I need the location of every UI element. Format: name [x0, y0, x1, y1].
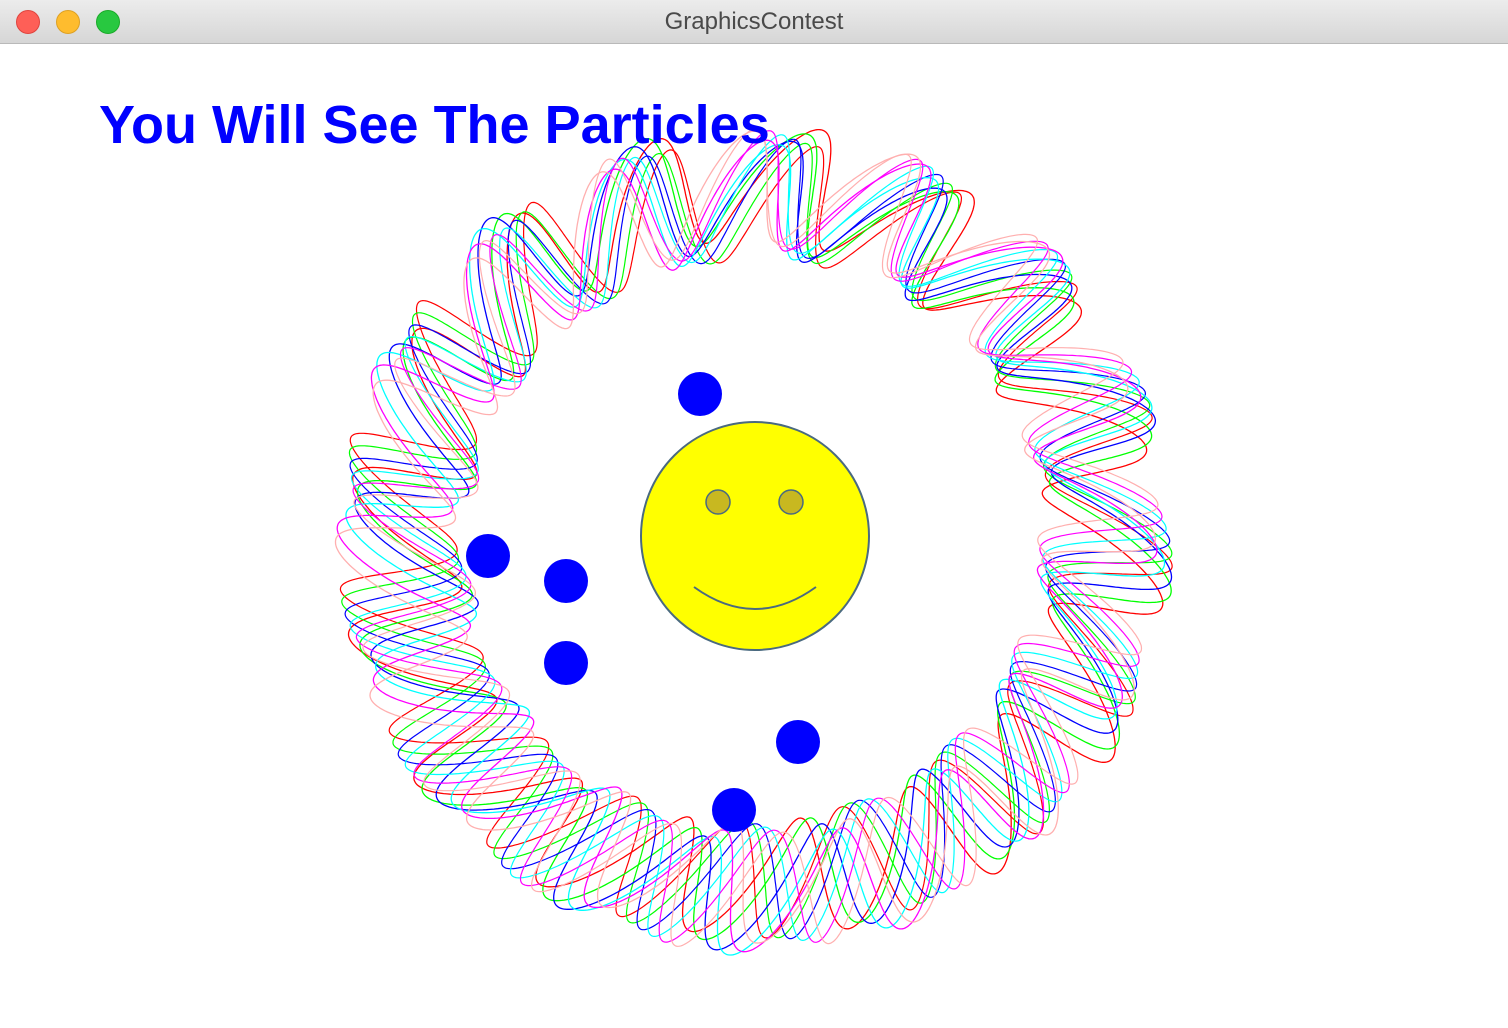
particle [678, 372, 722, 416]
particle [544, 641, 588, 685]
window-title: GraphicsContest [664, 8, 844, 35]
spirograph-drawing [334, 127, 1173, 956]
graphics-canvas: You Will See The Particles [0, 44, 1508, 1028]
particle [776, 720, 820, 764]
smiley-left-eye [705, 489, 731, 515]
smiley-face-circle [640, 421, 870, 651]
particle [466, 534, 510, 578]
app-window: GraphicsContest You Will See The Particl… [0, 0, 1508, 1028]
smiley-right-eye [778, 489, 804, 515]
particle [544, 559, 588, 603]
headline-text: You Will See The Particles [99, 95, 770, 155]
particle [712, 788, 756, 832]
smiley-face [640, 421, 870, 651]
title-bar[interactable]: GraphicsContest [0, 0, 1508, 44]
